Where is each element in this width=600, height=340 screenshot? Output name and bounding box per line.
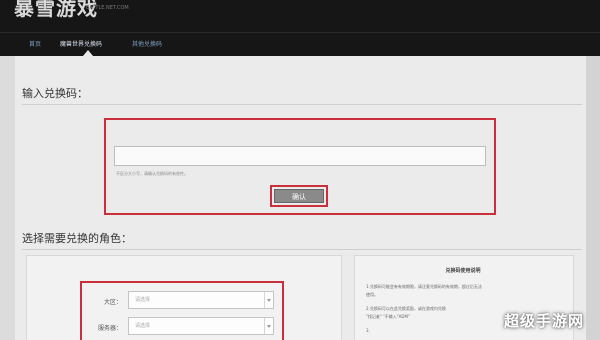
redeem-hint: 不区分大小写，请确认兑换码的有效性。 — [116, 171, 188, 176]
region-select-value: 请选择 — [135, 297, 151, 303]
chevron-down-icon — [264, 292, 273, 308]
tips-title: 兑换码使用说明 — [445, 268, 481, 274]
confirm-button[interactable]: 确认 — [274, 189, 324, 203]
header-divider — [0, 32, 600, 33]
tip-line: 2.兑换码可以在此兑换奖励，或在游戏内兑换 — [366, 306, 446, 311]
left-gutter — [0, 56, 15, 340]
watermark: 超级手游网 — [504, 312, 585, 330]
redeem-section-title: 输入兑换码： — [22, 87, 88, 100]
server-select-value: 请选择 — [135, 323, 151, 329]
chevron-down-icon — [264, 318, 273, 334]
active-tab-caret-icon — [83, 50, 93, 56]
section-divider — [22, 104, 582, 105]
region-label: 大区： — [103, 299, 122, 306]
character-section-title: 选择需要兑换的角色： — [22, 232, 132, 245]
tip-line: "找记者" "不输入"ADM" — [366, 314, 410, 319]
server-select[interactable]: 请选择 — [128, 317, 274, 335]
logo-subtitle: BATTLE.NET.COM — [86, 5, 129, 11]
header-bar: 暴雪游戏 BATTLE.NET.COM 首页 魔兽世界兑换码 其他兑换码 — [0, 0, 600, 56]
tip-line: 3. — [366, 328, 370, 333]
nav-home[interactable]: 首页 — [29, 39, 41, 48]
nav-wow-code[interactable]: 魔兽世界兑换码 — [60, 39, 102, 48]
section-divider — [22, 249, 582, 250]
tip-line: 1.兑换码可能会有有效期限，请注意兑换码的有效期，超过后无法 — [366, 284, 482, 289]
right-gutter — [586, 56, 600, 340]
nav-other-code[interactable]: 其他兑换码 — [132, 39, 162, 48]
server-label: 服务器： — [97, 325, 122, 332]
tip-line: 使用。 — [366, 292, 378, 297]
redeem-code-input[interactable] — [114, 146, 486, 166]
region-select[interactable]: 请选择 — [128, 291, 274, 309]
